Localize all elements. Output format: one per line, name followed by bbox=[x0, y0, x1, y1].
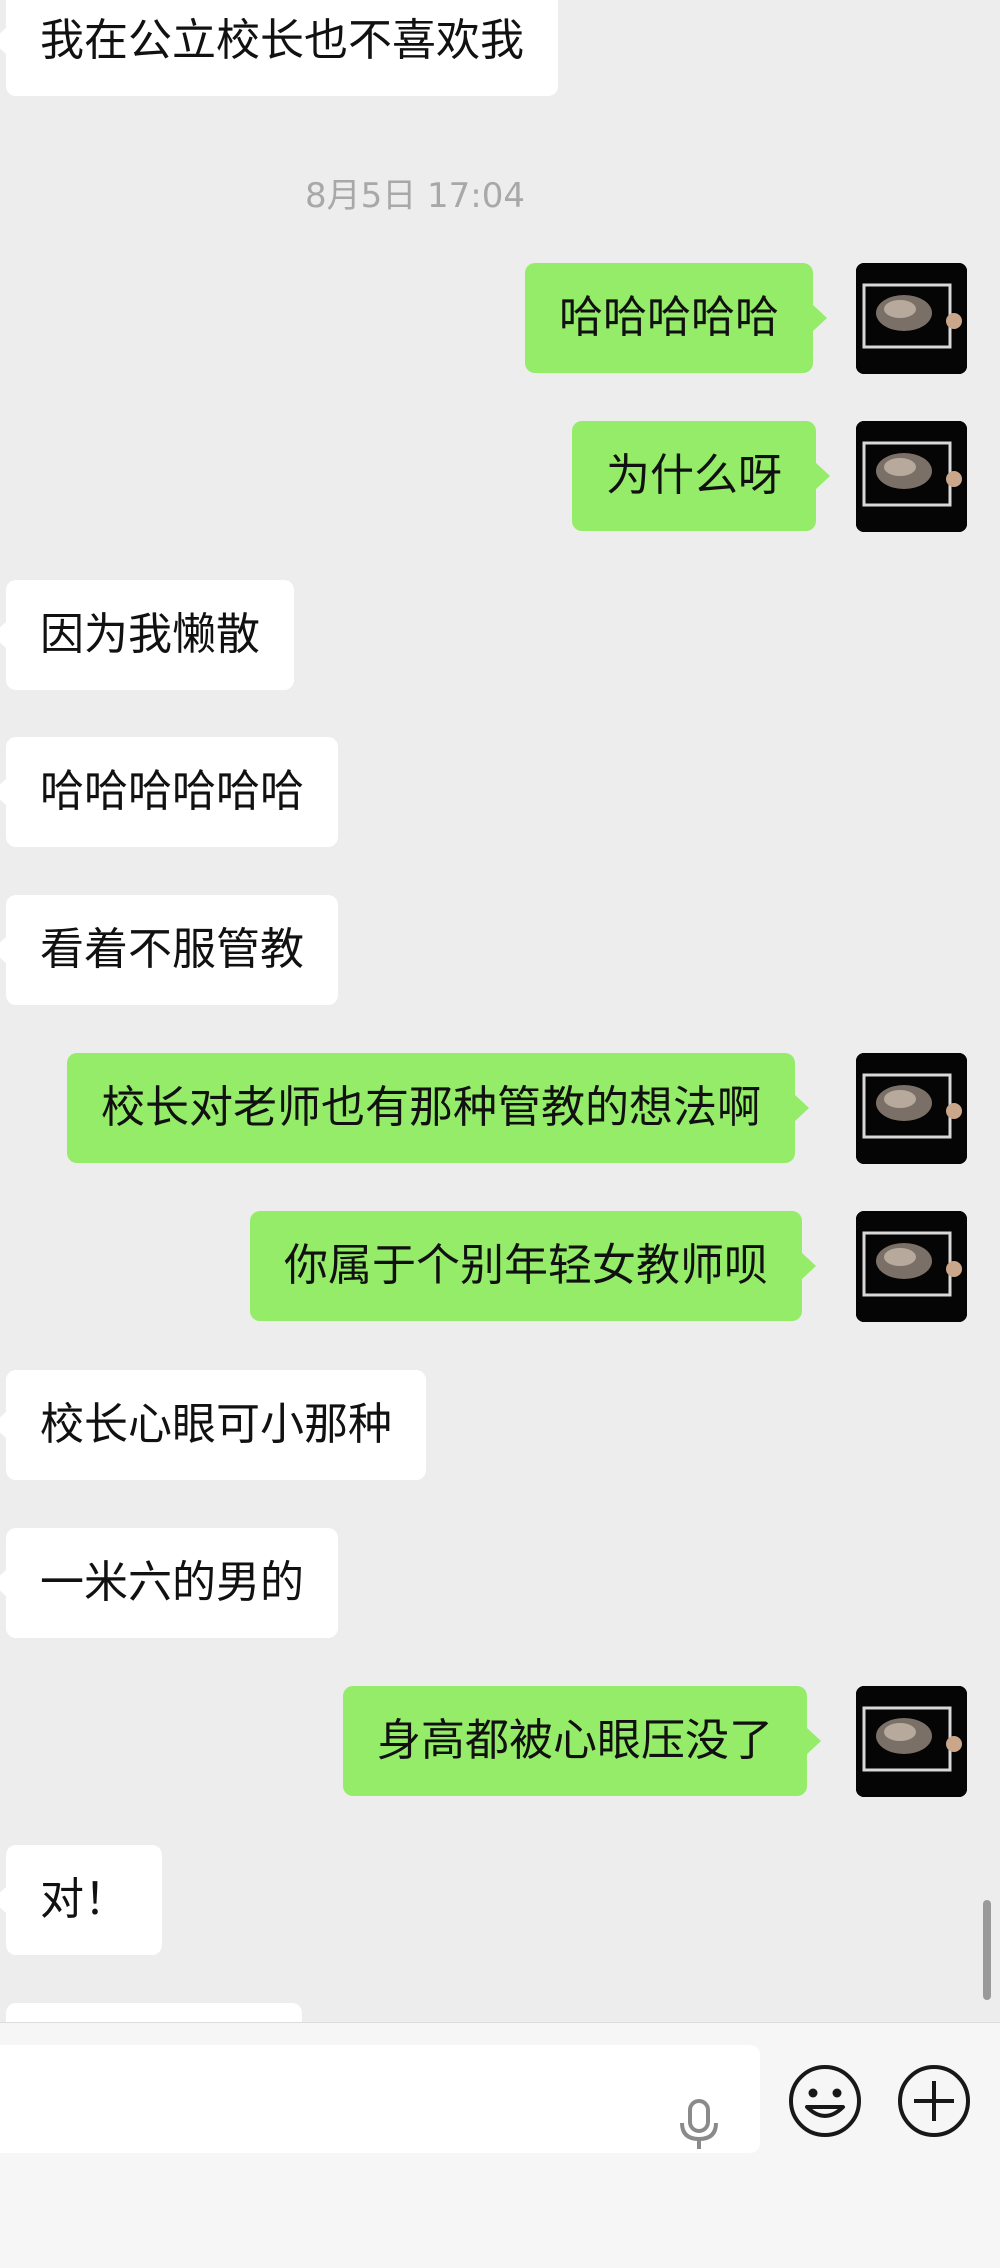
message-outgoing[interactable]: 为什么呀 bbox=[572, 421, 830, 531]
avatar-image bbox=[856, 263, 967, 374]
message-text: 一米六的男的 bbox=[40, 1557, 304, 1608]
message-outgoing[interactable]: 身高都被心眼压没了 bbox=[343, 1686, 821, 1796]
avatar[interactable] bbox=[856, 1053, 967, 1164]
message-text: 看着不服管教 bbox=[40, 924, 304, 975]
message-incoming[interactable]: 哈哈哈哈哈哈 bbox=[0, 737, 338, 847]
message-text: 我在公立校长也不喜欢我 bbox=[40, 15, 524, 66]
chat-scrollbar[interactable] bbox=[983, 1900, 991, 2000]
emoji-icon[interactable] bbox=[787, 2063, 863, 2139]
message-text: 哈哈哈哈哈 bbox=[559, 292, 779, 343]
microphone-icon[interactable] bbox=[672, 2097, 726, 2151]
avatar-image bbox=[856, 1053, 967, 1164]
message-incoming[interactable]: 我在公立校长也不喜欢我 bbox=[0, 0, 558, 96]
avatar-image bbox=[856, 1211, 967, 1322]
avatar[interactable] bbox=[856, 1211, 967, 1322]
message-outgoing[interactable]: 你属于个别年轻女教师呗 bbox=[250, 1211, 816, 1321]
message-text: 为什么呀 bbox=[606, 450, 782, 501]
message-text: 校长对老师也有那种管教的想法啊 bbox=[101, 1082, 761, 1133]
message-text: 因为我懒散 bbox=[40, 609, 260, 660]
message-outgoing[interactable]: 哈哈哈哈哈 bbox=[525, 263, 827, 373]
message-incoming[interactable]: 对！ bbox=[0, 1845, 162, 1955]
avatar-image bbox=[856, 1686, 967, 1797]
message-input[interactable] bbox=[0, 2045, 760, 2153]
message-incoming[interactable]: 看着不服管教 bbox=[0, 895, 338, 1005]
input-bar bbox=[0, 2022, 1000, 2268]
message-text: 哈哈哈哈哈哈 bbox=[40, 766, 304, 817]
message-timestamp: 8月5日 17:04 bbox=[304, 176, 526, 216]
avatar[interactable] bbox=[856, 1686, 967, 1797]
message-text: 对！ bbox=[40, 1874, 128, 1925]
avatar[interactable] bbox=[856, 421, 967, 532]
message-incoming[interactable]: 一米六的男的 bbox=[0, 1528, 338, 1638]
avatar-image bbox=[856, 421, 967, 532]
message-text: 你属于个别年轻女教师呗 bbox=[284, 1240, 768, 1291]
avatar[interactable] bbox=[856, 263, 967, 374]
message-text: 身高都被心眼压没了 bbox=[377, 1715, 773, 1766]
message-incoming[interactable]: 因为我懒散 bbox=[0, 580, 294, 690]
message-text: 校长心眼可小那种 bbox=[40, 1399, 392, 1450]
message-outgoing[interactable]: 校长对老师也有那种管教的想法啊 bbox=[67, 1053, 809, 1163]
plus-icon[interactable] bbox=[896, 2063, 972, 2139]
message-incoming[interactable]: 校长心眼可小那种 bbox=[0, 1370, 426, 1480]
